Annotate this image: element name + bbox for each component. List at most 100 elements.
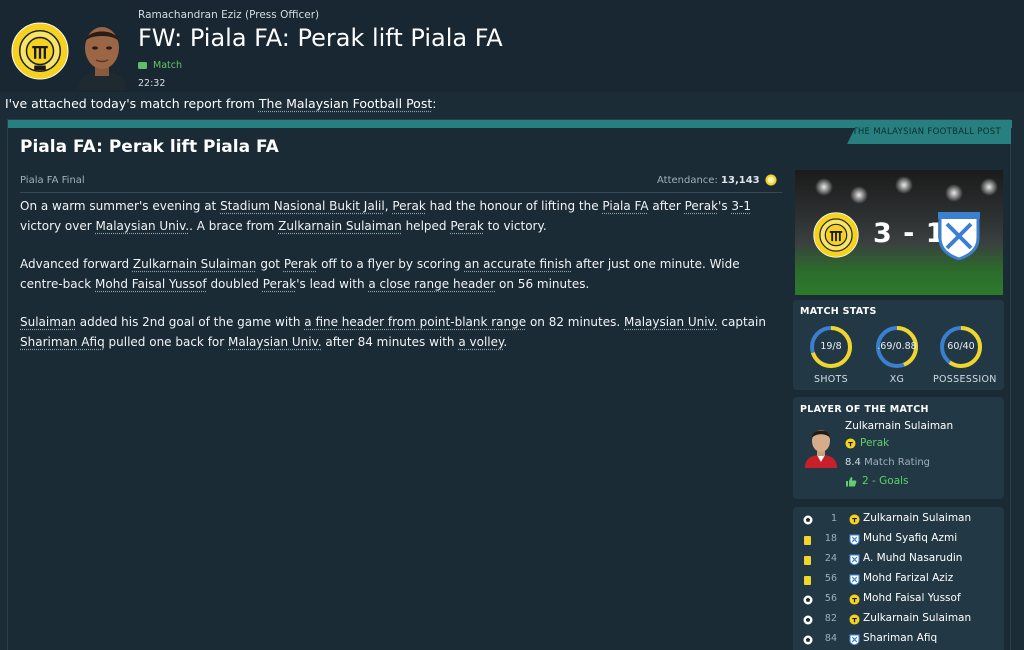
perak-badge-icon — [849, 594, 860, 605]
article-link[interactable]: a close range header — [368, 277, 495, 291]
message-time: 22:32 — [138, 78, 166, 89]
event-player-name[interactable]: Shariman Afiq — [863, 632, 937, 644]
event-minute: 18 — [824, 533, 837, 544]
floodlight — [945, 184, 963, 202]
football-goal-icon — [803, 615, 813, 625]
event-player-name[interactable]: Zulkarnain Sulaiman — [863, 612, 971, 624]
message-intro: I've attached today's match report from … — [5, 96, 436, 111]
event-player-name[interactable]: Muhd Syafiq Azmi — [863, 532, 957, 544]
stat-label: SHOTS — [814, 374, 848, 385]
article-text: off to a flyer by scoring — [317, 257, 465, 271]
article-text: on 56 minutes. — [495, 276, 590, 291]
press-officer-avatar[interactable] — [72, 20, 132, 90]
article-link[interactable]: Sulaiman — [20, 315, 76, 329]
stat-xg[interactable]: .69/0.88 XG — [869, 324, 925, 385]
yellow-card-icon — [804, 536, 811, 545]
article-link[interactable]: a fine header from point-blank range — [304, 315, 526, 329]
article-link[interactable]: Malaysian Univ. — [96, 219, 190, 233]
article-title: Piala FA: Perak lift Piala FA — [20, 137, 279, 157]
match-event-row[interactable]: 56 Mohd Farizal Aziz — [793, 570, 1004, 590]
stat-value: 60/40 — [947, 341, 975, 352]
article-text: helped — [401, 218, 451, 233]
article-link[interactable]: Perak — [392, 199, 425, 213]
potm-rating-value: 8.4 — [845, 457, 861, 468]
potm-player-name[interactable]: Zulkarnain Sulaiman — [845, 420, 953, 432]
article-link[interactable]: an accurate finish — [464, 257, 571, 271]
match-event-row[interactable]: 56 Mohd Faisal Yussof — [793, 590, 1004, 610]
article-link[interactable]: Mohd Faisal Yussof — [95, 277, 207, 291]
player-of-the-match-panel: PLAYER OF THE MATCH Zulkarnain Sulaiman … — [793, 397, 1004, 499]
match-event-row[interactable]: 84 Shariman Afiq — [793, 630, 1004, 650]
article-link[interactable]: Malaysian Univ. — [228, 335, 322, 349]
article-link[interactable]: Shariman Afiq — [20, 335, 105, 349]
stat-possession[interactable]: 60/40 POSSESSION — [933, 324, 997, 385]
event-player-name[interactable]: Mohd Farizal Aziz — [863, 572, 953, 584]
article-link[interactable]: Perak — [284, 257, 317, 271]
stat-shots[interactable]: 19/8 SHOTS — [803, 324, 859, 385]
article-text: 's lead with — [296, 276, 369, 291]
article-body: On a warm summer's evening at Stadium Na… — [20, 197, 782, 371]
article-link[interactable]: Malaysian Univ. — [624, 315, 718, 329]
article-link[interactable]: Perak — [685, 199, 718, 213]
potm-player-photo[interactable] — [803, 424, 839, 468]
event-player-name[interactable]: A. Muhd Nasarudin — [863, 552, 962, 564]
stat-value: .69/0.88 — [877, 341, 917, 352]
perak-badge-icon — [849, 614, 860, 625]
sender-name[interactable]: Ramachandran Eziz (Press Officer) — [138, 9, 319, 21]
event-minute: 56 — [824, 573, 837, 584]
stat-label: XG — [889, 374, 905, 385]
article-link[interactable]: Zulkarnain Sulaiman — [278, 219, 402, 233]
match-stats-panel: MATCH STATS 19/8 SHOTS .69/0.88 XG 60/40 POSS… — [793, 300, 1004, 390]
attendance-label: Attendance: — [657, 175, 718, 186]
article-paragraph: Advanced forward Zulkarnain Sulaiman got… — [20, 255, 782, 294]
article-link[interactable]: Piala FA — [602, 199, 648, 213]
match-event-row[interactable]: 24 A. Muhd Nasarudin — [793, 550, 1004, 570]
potm-club[interactable]: Perak — [845, 437, 889, 449]
article-link[interactable]: a volley — [458, 335, 503, 349]
article-text: after 84 minutes with — [321, 334, 459, 349]
potm-title: PLAYER OF THE MATCH — [800, 404, 929, 415]
match-event-row[interactable]: 82 Zulkarnain Sulaiman — [793, 610, 1004, 630]
newspaper-name[interactable]: THE MALAYSIAN FOOTBALL POST — [852, 127, 1001, 137]
article-link[interactable]: Perak — [263, 277, 296, 291]
away-team-badge[interactable] — [936, 210, 982, 260]
article-text: after — [648, 199, 685, 213]
divider — [20, 192, 782, 193]
article-link[interactable]: 3-1 — [731, 199, 751, 213]
article-text: . A brace from — [189, 218, 279, 233]
perak-badge-icon — [849, 514, 860, 525]
perak-club-logo[interactable] — [11, 22, 69, 80]
match-event-row[interactable]: 1 Zulkarnain Sulaiman — [793, 510, 1004, 530]
attendance-value: 13,143 — [721, 175, 760, 186]
message-header: Ramachandran Eziz (Press Officer) FW: Pi… — [0, 0, 1024, 92]
thumbs-up-icon — [846, 476, 857, 486]
intro-colon: : — [432, 96, 437, 111]
potm-rating: 8.4 Match Rating — [845, 457, 930, 468]
article-text: on 82 minutes. — [526, 315, 625, 329]
newspaper-ribbon[interactable]: THE MALAYSIAN FOOTBALL POST — [847, 120, 1011, 144]
article-link[interactable]: Stadium Nasional Bukit Jalil — [220, 199, 385, 213]
article-paragraph: Sulaiman added his 2nd goal of the game … — [20, 313, 782, 352]
potm-rating-label: Match Rating — [864, 457, 931, 468]
malaysian-univ-badge-icon — [849, 554, 860, 565]
article-link[interactable]: Zulkarnain Sulaiman — [133, 257, 257, 271]
stat-label: POSSESSION — [933, 374, 997, 385]
football-goal-icon — [803, 515, 813, 525]
article-text: 's — [718, 199, 732, 213]
potm-goals-text: 2 - Goals — [862, 475, 909, 487]
match-event-row[interactable]: 18 Muhd Syafiq Azmi — [793, 530, 1004, 550]
article-link[interactable]: Perak — [450, 219, 483, 233]
article-text: added his 2nd goal of the game with — [75, 315, 305, 329]
message-subject: FW: Piala FA: Perak lift Piala FA — [138, 24, 503, 52]
event-player-name[interactable]: Mohd Faisal Yussof — [863, 592, 961, 604]
yellow-card-icon — [804, 576, 811, 585]
event-minute: 24 — [824, 553, 837, 564]
message-tag: Match — [138, 60, 182, 71]
floodlight — [895, 176, 913, 194]
football-goal-icon — [803, 635, 813, 645]
newspaper-link[interactable]: The Malaysian Football Post — [259, 96, 432, 111]
event-player-name[interactable]: Zulkarnain Sulaiman — [863, 512, 971, 524]
potm-club-name[interactable]: Perak — [860, 437, 889, 449]
article-text: to victory. — [483, 218, 547, 233]
home-team-badge[interactable] — [813, 212, 859, 258]
